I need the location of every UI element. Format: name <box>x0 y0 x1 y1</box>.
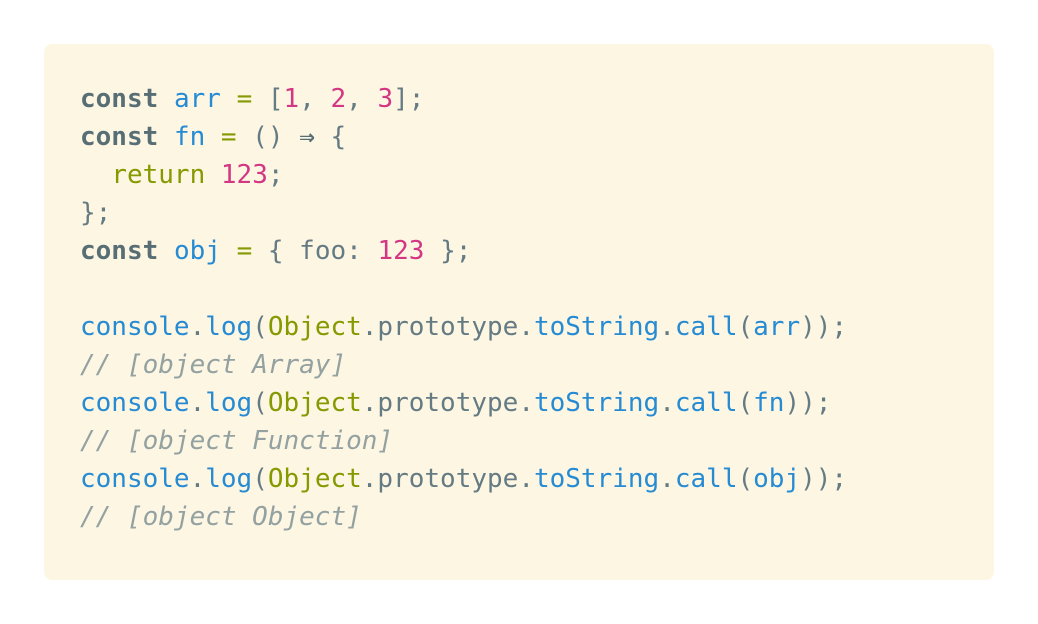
code-token: . <box>659 464 675 494</box>
code-block: const arr = [1, 2, 3]; const fn = () ⇒ { … <box>44 44 994 580</box>
code-token: arr <box>173 84 221 114</box>
code-token: . <box>189 312 206 342</box>
code-token: ( <box>252 388 268 418</box>
code-token: = <box>220 122 237 152</box>
code-token: )); <box>784 388 832 418</box>
code-token: toString <box>533 312 660 342</box>
code-token: // [object Object] <box>80 502 362 532</box>
code-token: return <box>111 160 206 190</box>
code-line: // [object Array] <box>80 346 847 384</box>
code-token: log <box>205 312 253 342</box>
code-line: // [object Function] <box>80 422 847 460</box>
code-token: ; <box>267 160 284 190</box>
code-token: { foo: <box>252 236 378 266</box>
code-line: const fn = () ⇒ { <box>80 118 847 156</box>
code-token: ( <box>737 388 754 418</box>
code-token: .prototype. <box>361 464 534 494</box>
code-token: call <box>674 464 738 494</box>
code-token: 3 <box>377 84 394 114</box>
code-token: console <box>80 388 190 418</box>
code-token: }; <box>424 236 472 266</box>
code-token: . <box>659 388 675 418</box>
code-token: .prototype. <box>361 312 534 342</box>
code-token: const <box>80 122 159 152</box>
code-token: . <box>189 464 206 494</box>
code-content: const arr = [1, 2, 3]; const fn = () ⇒ { … <box>80 80 847 536</box>
code-token: fn <box>753 388 785 418</box>
code-token: ]; <box>393 84 425 114</box>
code-token: = <box>236 84 253 114</box>
code-token: const <box>80 236 159 266</box>
code-token: obj <box>753 464 801 494</box>
code-token: . <box>189 388 206 418</box>
code-token: obj <box>173 236 221 266</box>
code-token: ( <box>737 312 754 342</box>
code-token: Object <box>267 464 362 494</box>
code-token: fn <box>173 122 206 152</box>
code-token: console <box>80 312 190 342</box>
code-token: toString <box>533 388 660 418</box>
code-token: { <box>314 122 347 152</box>
code-line: const obj = { foo: 123 }; <box>80 232 847 270</box>
code-token: 2 <box>330 84 347 114</box>
code-line: const arr = [1, 2, 3]; <box>80 80 847 118</box>
code-token: )); <box>800 312 848 342</box>
code-line: }; <box>80 194 847 232</box>
code-line: return 123; <box>80 156 847 194</box>
code-token: = <box>236 236 253 266</box>
code-token: ( <box>737 464 754 494</box>
code-line: // [object Object] <box>80 498 847 536</box>
code-token: Object <box>267 388 362 418</box>
code-token: // [object Function] <box>80 426 394 456</box>
code-token: 1 <box>283 84 300 114</box>
code-token: log <box>205 464 253 494</box>
code-token: .prototype. <box>361 388 534 418</box>
code-token: , <box>299 84 331 114</box>
code-line: console.log(Object.prototype.toString.ca… <box>80 460 847 498</box>
code-token: arr <box>753 312 801 342</box>
code-token: log <box>205 388 253 418</box>
code-token: . <box>659 312 675 342</box>
code-token: 123 <box>220 160 268 190</box>
code-token: call <box>674 388 738 418</box>
code-token: }; <box>80 198 112 228</box>
code-line: console.log(Object.prototype.toString.ca… <box>80 308 847 346</box>
code-token: // [object Array] <box>80 350 347 380</box>
code-token: Object <box>267 312 362 342</box>
code-line: console.log(Object.prototype.toString.ca… <box>80 384 847 422</box>
code-token: ( <box>252 464 268 494</box>
code-token: [ <box>252 84 284 114</box>
code-token: toString <box>533 464 660 494</box>
code-token: ⇒ <box>299 122 315 152</box>
code-token: )); <box>800 464 848 494</box>
code-token: console <box>80 464 190 494</box>
code-token: 123 <box>377 236 425 266</box>
code-token: const <box>80 84 159 114</box>
code-token: ( <box>252 312 268 342</box>
code-token: call <box>674 312 738 342</box>
code-token: () <box>236 122 300 152</box>
code-token: , <box>346 84 378 114</box>
